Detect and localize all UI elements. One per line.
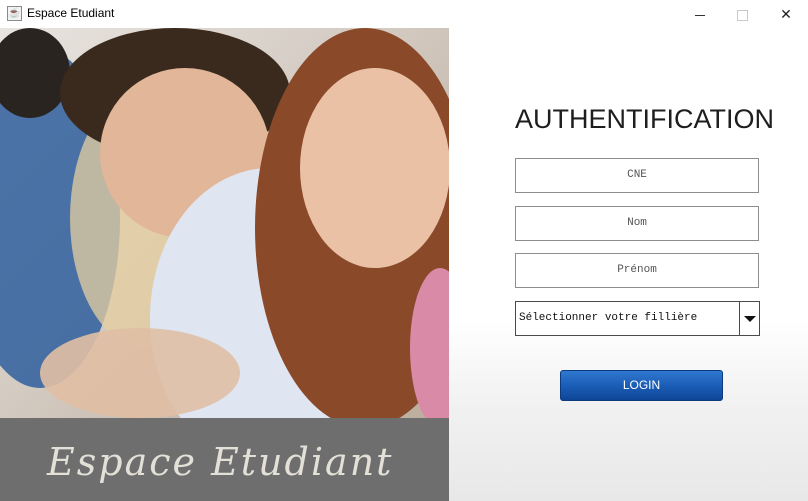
minimize-button[interactable] bbox=[678, 0, 722, 28]
filiere-select[interactable]: Sélectionner votre fillière bbox=[515, 301, 760, 336]
dropdown-button[interactable] bbox=[739, 302, 759, 335]
maximize-button[interactable] bbox=[720, 0, 764, 28]
photo-figure-shape bbox=[300, 68, 449, 268]
banner-title: Espace Etudiant bbox=[47, 440, 394, 484]
filiere-selected-value: Sélectionner votre fillière bbox=[519, 312, 698, 324]
banner: Espace Etudiant bbox=[0, 418, 449, 501]
page-title: AUTHENTIFICATION bbox=[515, 104, 774, 134]
nom-field[interactable]: Nom bbox=[515, 206, 759, 241]
chevron-down-icon bbox=[744, 316, 756, 322]
photo-figure-shape bbox=[40, 328, 240, 418]
java-icon: ☕ bbox=[7, 6, 22, 21]
students-photo: Espace Etudiant bbox=[0, 28, 449, 501]
maximize-icon bbox=[736, 9, 748, 21]
close-icon: ✕ bbox=[780, 6, 792, 22]
title-bar: ☕ Espace Etudiant ✕ bbox=[0, 0, 808, 28]
close-button[interactable]: ✕ bbox=[764, 0, 808, 28]
minimize-icon bbox=[695, 14, 705, 16]
cne-field[interactable]: CNE bbox=[515, 158, 759, 193]
prenom-field[interactable]: Prénom bbox=[515, 253, 759, 288]
login-button[interactable]: LOGIN bbox=[560, 370, 723, 401]
window-title: Espace Etudiant bbox=[27, 6, 115, 20]
